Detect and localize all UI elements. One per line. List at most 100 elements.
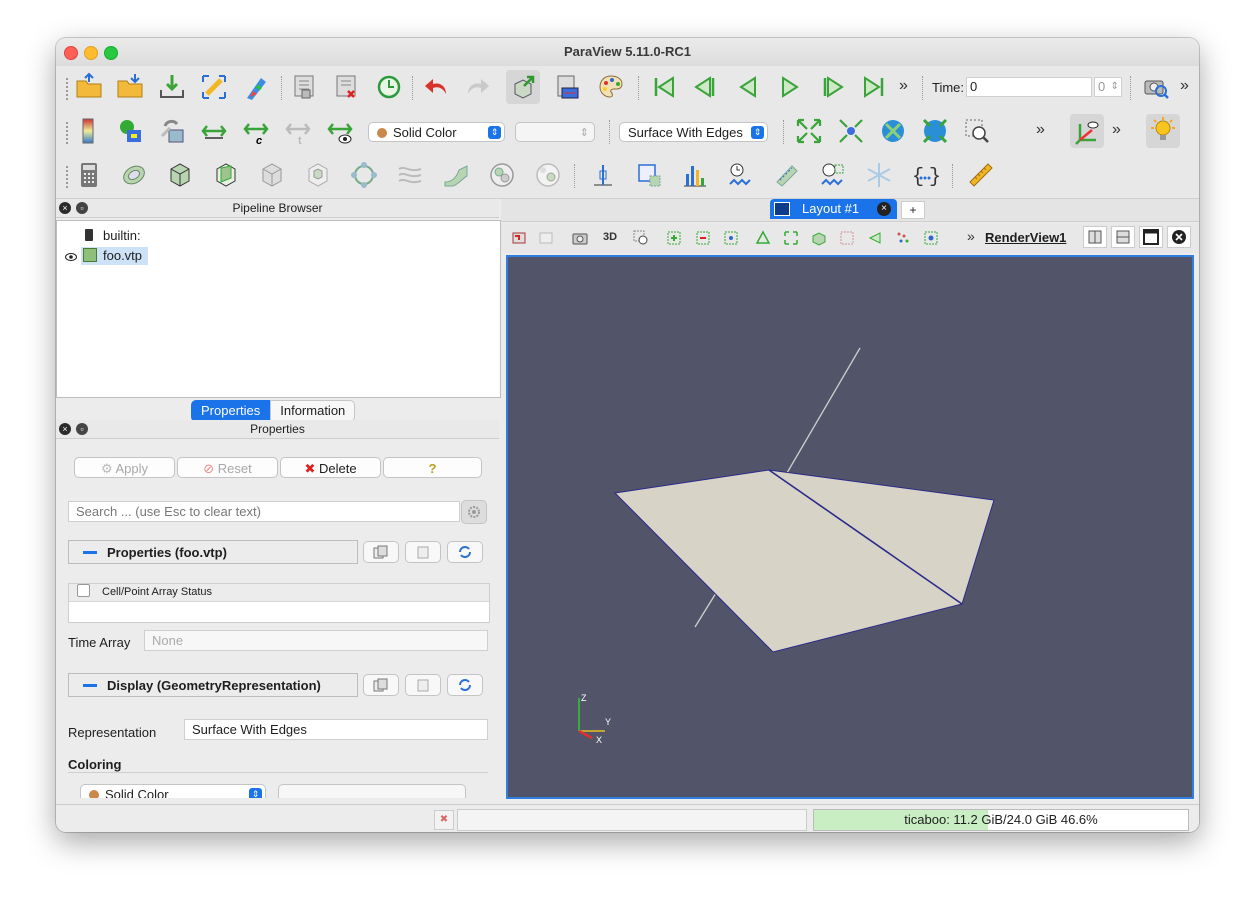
close-panel-icon[interactable]: × <box>59 423 71 435</box>
toolbar-grip[interactable] <box>66 78 70 100</box>
time-array-select[interactable]: None <box>144 630 488 651</box>
toolbar-overflow-icon[interactable]: » <box>899 77 908 95</box>
reload-display-icon[interactable] <box>447 674 483 696</box>
reset-button[interactable]: ⊘ Reset <box>177 457 278 478</box>
toolbar-overflow-icon[interactable]: » <box>967 228 975 244</box>
reset-camera-icon[interactable] <box>792 114 826 148</box>
paste-display-icon[interactable] <box>405 674 441 696</box>
pipeline-item-builtin[interactable]: builtin: <box>85 228 141 243</box>
copy-properties-icon[interactable] <box>363 541 399 563</box>
select-points-on-icon[interactable] <box>695 230 711 246</box>
tab-information[interactable]: Information <box>270 400 356 422</box>
disconnect-icon[interactable] <box>330 70 364 104</box>
split-horizontal-icon[interactable] <box>1083 226 1107 248</box>
select-cells-on-icon[interactable] <box>666 230 682 246</box>
play-icon[interactable] <box>773 70 807 104</box>
clear-selection-icon[interactable] <box>923 230 939 246</box>
close-tab-icon[interactable]: × <box>877 202 891 216</box>
first-frame-icon[interactable] <box>647 70 681 104</box>
color-palette-icon[interactable] <box>594 70 628 104</box>
camera-link-icon[interactable] <box>550 70 584 104</box>
tab-properties[interactable]: Properties <box>191 400 271 422</box>
previous-frame-icon[interactable] <box>689 70 723 104</box>
capture-screenshot-icon[interactable] <box>1139 70 1173 104</box>
select-blocks-icon[interactable] <box>811 230 827 246</box>
toolbar-overflow-icon[interactable]: » <box>1112 121 1121 139</box>
python-script-icon[interactable]: {} <box>908 158 942 192</box>
section-display-header[interactable]: Display (GeometryRepresentation) <box>68 673 358 697</box>
glyph-icon[interactable] <box>347 158 381 192</box>
representation-field[interactable]: Surface With Edges <box>184 719 488 740</box>
reset-session-icon[interactable] <box>372 70 406 104</box>
rescale-temporal-icon[interactable]: t <box>281 114 315 148</box>
split-vertical-icon[interactable] <box>1111 226 1135 248</box>
ruler-icon[interactable] <box>964 158 998 192</box>
delete-button[interactable]: ✖ Delete <box>280 457 381 478</box>
properties-search-input[interactable]: Search ... (use Esc to clear text) <box>68 501 460 522</box>
connect-icon[interactable] <box>197 70 231 104</box>
redo-icon[interactable] <box>461 70 495 104</box>
view-name-label[interactable]: RenderView1 <box>985 230 1066 245</box>
interaction-mode-icon[interactable] <box>506 70 540 104</box>
plot-selection-over-time-icon[interactable] <box>816 158 850 192</box>
tab-layout-1[interactable]: Layout #1 × <box>770 199 897 219</box>
render-view-viewport[interactable]: Z Y X <box>506 255 1194 799</box>
zoom-closest-icon[interactable] <box>876 114 910 148</box>
select-cells-through-icon[interactable] <box>723 230 739 246</box>
collapse-icon[interactable] <box>83 684 97 687</box>
last-frame-icon[interactable] <box>857 70 891 104</box>
plot-data-over-time-icon[interactable] <box>724 158 758 192</box>
camera-icon[interactable] <box>571 230 589 246</box>
maximize-view-icon[interactable] <box>1139 226 1163 248</box>
time-index-spinbox[interactable]: 0 ⇕ <box>1094 77 1122 97</box>
rescale-custom-icon[interactable] <box>197 114 231 148</box>
color-legend-icon[interactable] <box>72 114 106 148</box>
toolbar-grip[interactable] <box>66 166 70 188</box>
save-data-icon[interactable] <box>113 70 147 104</box>
advanced-gear-icon[interactable] <box>461 500 487 524</box>
stream-tracer-icon[interactable] <box>393 158 427 192</box>
coloring-select[interactable]: Solid Color ⇕ <box>80 784 266 798</box>
clip-icon[interactable] <box>163 158 197 192</box>
eye-icon[interactable] <box>65 250 77 265</box>
redo-view-icon[interactable] <box>538 230 554 246</box>
play-backward-icon[interactable] <box>731 70 765 104</box>
paste-properties-icon[interactable] <box>405 541 441 563</box>
help-button[interactable]: ? <box>383 457 482 478</box>
contour-icon[interactable] <box>117 158 151 192</box>
color-mode-select[interactable]: Solid Color ⇕ <box>368 122 505 142</box>
snowflake-icon[interactable] <box>862 158 896 192</box>
spin-arrows-icon[interactable]: ⇕ <box>1111 78 1119 96</box>
coloring-component-select[interactable] <box>278 784 466 798</box>
color-component-select[interactable]: ⇕ <box>515 122 595 142</box>
slice-icon[interactable] <box>209 158 243 192</box>
probe-line-icon[interactable] <box>586 158 620 192</box>
reset-range-icon[interactable] <box>155 114 189 148</box>
select-all-checkbox[interactable] <box>77 584 90 597</box>
float-panel-icon[interactable]: ▫ <box>76 202 88 214</box>
open-file-icon[interactable] <box>72 70 106 104</box>
plot-over-time-icon[interactable] <box>770 158 804 192</box>
edit-color-map-icon[interactable] <box>113 114 147 148</box>
rescale-custom-c-icon[interactable]: c <box>239 114 273 148</box>
find-data-icon[interactable] <box>288 70 322 104</box>
close-view-icon[interactable] <box>1167 226 1191 248</box>
collapse-icon[interactable] <box>83 551 97 554</box>
select-points-through-icon[interactable] <box>755 230 771 246</box>
extract-level-icon[interactable] <box>531 158 565 192</box>
load-state-icon[interactable] <box>155 70 189 104</box>
extract-subset-icon[interactable] <box>301 158 335 192</box>
reset-camera-closest-icon[interactable] <box>918 114 952 148</box>
threshold-icon[interactable] <box>255 158 289 192</box>
pipeline-item-foo-vtp[interactable]: foo.vtp <box>81 247 149 265</box>
toggle-3d-button[interactable]: 3D <box>603 231 617 243</box>
python-shell-icon[interactable] <box>239 70 273 104</box>
grow-selection-icon[interactable] <box>895 230 911 246</box>
plot-over-line-icon[interactable] <box>632 158 666 192</box>
reset-session-view-icon[interactable] <box>511 230 527 246</box>
toolbar-grip[interactable] <box>66 122 70 144</box>
interactive-select-points-icon[interactable] <box>867 230 883 246</box>
group-datasets-icon[interactable] <box>485 158 519 192</box>
rescale-visible-icon[interactable] <box>323 114 357 148</box>
interactive-select-cells-icon[interactable] <box>839 230 855 246</box>
